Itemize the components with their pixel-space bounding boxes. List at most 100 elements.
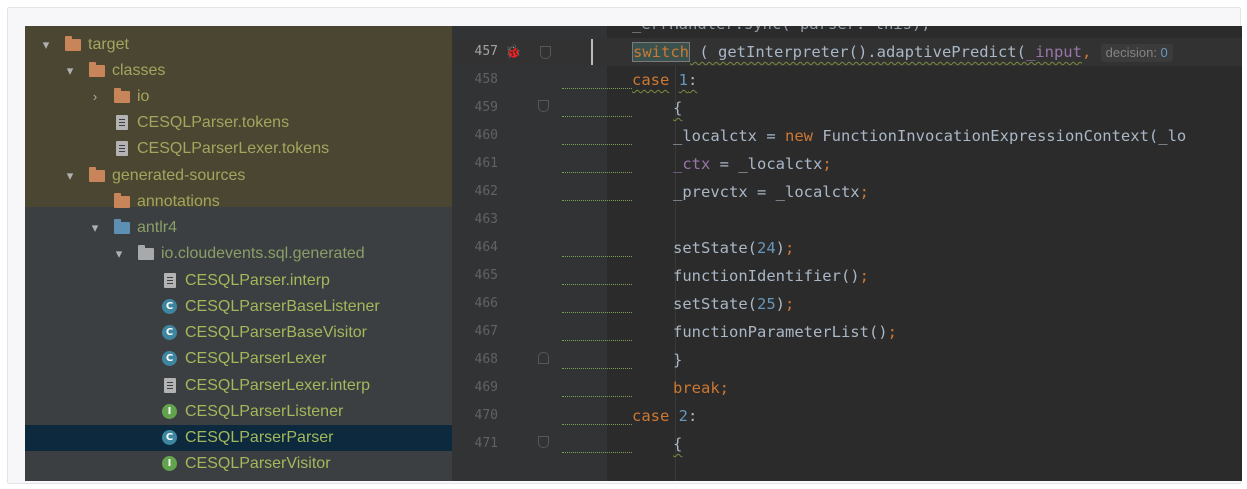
interface-icon: I	[162, 404, 177, 419]
code-line-466[interactable]: setState(25);	[673, 290, 794, 318]
chevron-down-icon[interactable]: ▾	[88, 215, 102, 241]
line-number[interactable]: 471	[452, 430, 498, 458]
line-number[interactable]: 465	[452, 262, 498, 290]
tree-item-generated-sources[interactable]: ▾ generated-sources	[25, 163, 452, 189]
code-line-467[interactable]: functionParameterList();	[673, 318, 897, 346]
punct: ;	[859, 183, 869, 201]
line-number[interactable]: 462	[452, 178, 498, 206]
tree-item-lexer-interp[interactable]: CESQLParserLexer.interp	[25, 373, 452, 399]
code-line-457[interactable]: switch ( getInterpreter().adaptivePredic…	[632, 38, 1173, 66]
bug-icon[interactable]: 🐞	[505, 45, 521, 59]
code-line-469[interactable]: break;	[673, 374, 729, 402]
punct: ;	[859, 267, 869, 285]
tree-item-label: CESQLParser.interp	[185, 272, 330, 289]
line-number[interactable]: 470	[452, 402, 498, 430]
fold-end-icon[interactable]	[538, 352, 549, 364]
code-line-461[interactable]: _ctx = _localctx;	[673, 150, 832, 178]
code-line-460[interactable]: _localctx = new FunctionInvocationExpres…	[673, 122, 1186, 150]
keyword: case	[632, 71, 670, 89]
tree-item-cesqlparserlexer-tokens[interactable]: CESQLParserLexer.tokens	[25, 136, 452, 162]
tree-item-label: CESQLParserBaseVisitor	[185, 324, 367, 341]
code-text: _localctx =	[673, 127, 785, 145]
tree-item-label: target	[88, 36, 129, 53]
punct: ,	[1081, 43, 1101, 61]
chevron-down-icon[interactable]: ▾	[39, 32, 53, 58]
keyword: new	[784, 127, 813, 145]
code-line-468[interactable]: }	[673, 346, 682, 374]
squiggle	[562, 88, 632, 90]
tree-item-target[interactable]: ▾ target	[25, 32, 452, 58]
line-number[interactable]: 460	[452, 122, 498, 150]
code-text: setState(	[673, 239, 757, 257]
tree-item-basevisitor[interactable]: C CESQLParserBaseVisitor	[25, 320, 452, 346]
line-number[interactable]: 464	[452, 234, 498, 262]
code-text: {	[673, 99, 683, 117]
tree-item-listener[interactable]: I CESQLParserListener	[25, 399, 452, 425]
line-number[interactable]: 469	[452, 374, 498, 402]
field-ref: _ctx	[673, 155, 711, 173]
interface-icon: I	[162, 456, 177, 471]
code-text: functionIdentifier()	[673, 267, 860, 285]
class-icon: C	[162, 430, 177, 445]
code-text: ( getInterpreter().adaptivePredict(	[690, 43, 1026, 61]
fold-marker-icon[interactable]	[538, 436, 549, 448]
source-root-folder-icon	[114, 219, 130, 234]
punct: ;	[785, 295, 795, 313]
code-text: }	[673, 351, 683, 369]
line-number[interactable]: 467	[452, 318, 498, 346]
code-line-470[interactable]: case 2:	[632, 402, 697, 430]
line-number[interactable]: 468	[452, 346, 498, 374]
code-line-459[interactable]: {	[673, 94, 682, 122]
code-line-464[interactable]: setState(24);	[673, 234, 794, 262]
squiggle	[562, 424, 632, 426]
fold-marker-icon[interactable]	[540, 46, 551, 59]
project-tree[interactable]: ▾ target ▾ classes › io CESQLParser.toke…	[25, 26, 452, 481]
tree-item-antlr4[interactable]: ▾ antlr4	[25, 215, 452, 241]
tree-item-cesqlparser-tokens[interactable]: CESQLParser.tokens	[25, 110, 452, 136]
tree-item-parserparser[interactable]: C CESQLParserParser	[25, 425, 452, 451]
code-text: = _localctx	[710, 155, 823, 173]
tree-item-label: io	[137, 88, 150, 105]
package-icon	[138, 245, 154, 260]
code-line-partial: _errHandler.sync( parser: this);	[632, 26, 931, 38]
tree-item-classes[interactable]: ▾ classes	[25, 58, 452, 84]
text-caret	[591, 39, 593, 65]
tree-item-label: classes	[112, 62, 166, 79]
squiggle	[562, 284, 632, 286]
line-number[interactable]: 466	[452, 290, 498, 318]
file-text-icon	[164, 378, 176, 393]
tree-item-baselistener[interactable]: C CESQLParserBaseListener	[25, 294, 452, 320]
chevron-down-icon[interactable]: ▾	[63, 58, 77, 84]
code-line-471[interactable]: {	[673, 430, 682, 458]
tree-item-package[interactable]: ▾ io.cloudevents.sql.generated	[25, 241, 452, 267]
keyword: switch	[632, 42, 690, 62]
code-text: _prevctx = _localctx	[673, 183, 860, 201]
code-text: )	[775, 239, 786, 257]
parameter-hint: decision: 0	[1100, 44, 1173, 62]
tree-item-io[interactable]: › io	[25, 84, 452, 110]
code-line-465[interactable]: functionIdentifier();	[673, 262, 869, 290]
file-text-icon	[116, 141, 128, 156]
chevron-down-icon[interactable]: ▾	[63, 163, 77, 189]
line-number[interactable]: 459	[452, 94, 498, 122]
file-text-icon	[164, 273, 176, 288]
squiggle	[562, 144, 632, 146]
fold-marker-icon[interactable]	[538, 100, 549, 112]
line-number[interactable]: 458	[452, 66, 498, 94]
class-icon: C	[162, 299, 177, 314]
tree-item-cesqlparser-interp[interactable]: CESQLParser.interp	[25, 268, 452, 294]
code-line-462[interactable]: _prevctx = _localctx;	[673, 178, 869, 206]
tree-item-lexer[interactable]: C CESQLParserLexer	[25, 346, 452, 372]
ide-window: ▾ target ▾ classes › io CESQLParser.toke…	[25, 26, 1242, 481]
line-number[interactable]: 461	[452, 150, 498, 178]
tree-item-visitor[interactable]: I CESQLParserVisitor	[25, 451, 452, 477]
line-number[interactable]: 457	[452, 38, 498, 66]
chevron-down-icon[interactable]: ▾	[112, 241, 126, 267]
tree-item-annotations[interactable]: annotations	[25, 189, 452, 215]
code-line-458[interactable]: case 1:	[632, 66, 697, 94]
folder-icon	[89, 62, 105, 77]
line-number[interactable]: 463	[452, 206, 498, 234]
chevron-right-icon[interactable]: ›	[88, 84, 102, 110]
number: 1	[678, 71, 689, 89]
code-text: functionParameterList()	[673, 323, 888, 341]
